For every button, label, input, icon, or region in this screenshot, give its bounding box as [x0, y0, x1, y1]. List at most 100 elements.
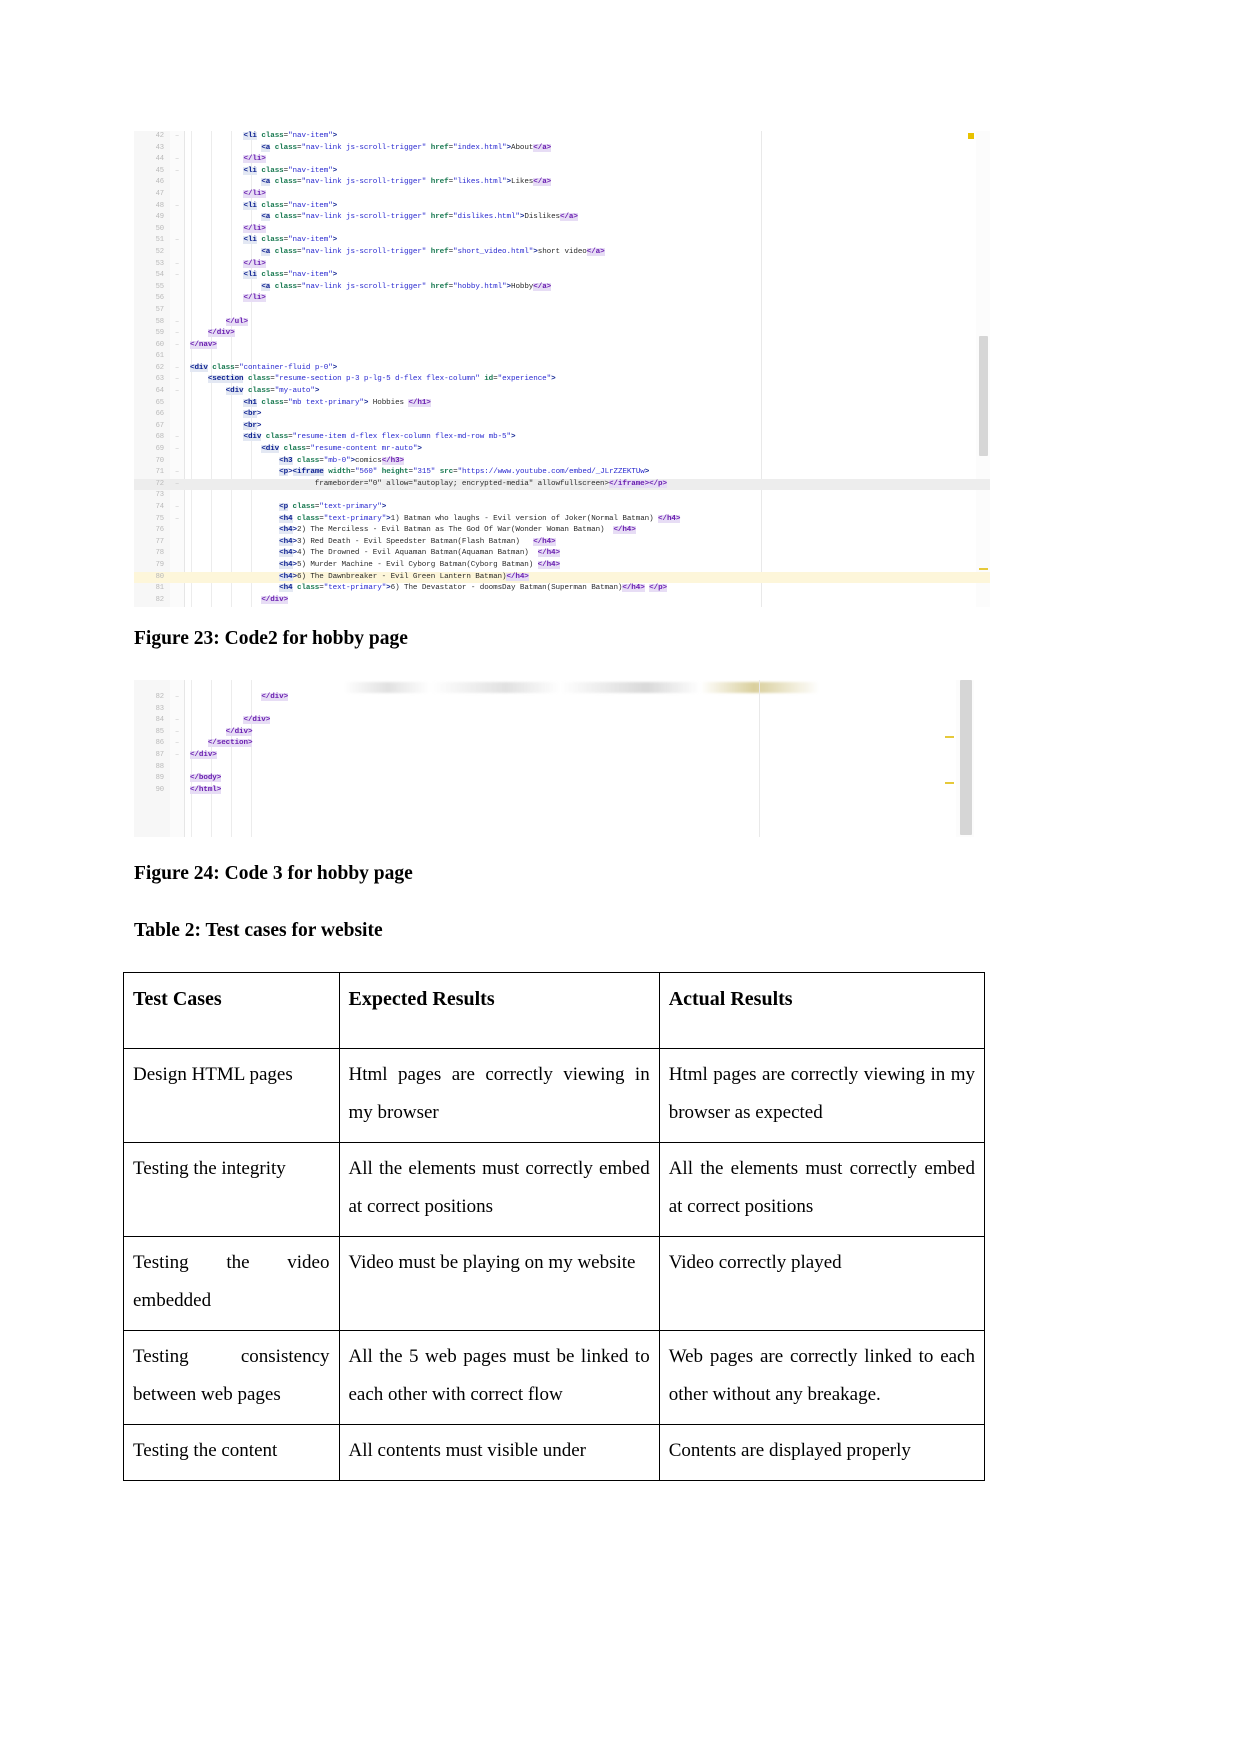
- fold-toggle-icon[interactable]: −: [172, 738, 182, 750]
- line-number: 59: [155, 329, 165, 338]
- code-text: <h4 class="text-primary">6) The Devastat…: [279, 584, 667, 593]
- line-number: 68: [155, 433, 165, 442]
- code-screenshot-figure-23: 42− <li class="nav-item"> 43 <a class="na…: [134, 131, 990, 607]
- fold-toggle-icon[interactable]: −: [172, 201, 182, 213]
- fold-toggle-icon[interactable]: −: [172, 444, 182, 456]
- fold-toggle-icon[interactable]: −: [172, 715, 182, 727]
- fold-toggle-icon[interactable]: −: [172, 270, 182, 282]
- fold-toggle-icon[interactable]: −: [172, 479, 182, 491]
- fold-toggle-icon[interactable]: −: [172, 317, 182, 329]
- line-number: 53: [155, 259, 165, 268]
- fold-toggle-icon[interactable]: −: [172, 750, 182, 762]
- fold-toggle-icon[interactable]: −: [172, 328, 182, 340]
- code-text: <li class="nav-item">: [243, 201, 338, 210]
- fold-toggle-icon[interactable]: −: [172, 502, 182, 514]
- code-line: 69− <div class="resume-content mr-auto">: [134, 444, 990, 456]
- code-line: 43 <a class="nav-link js-scroll-trigger"…: [134, 143, 990, 155]
- code-line: 81 <h4 class="text-primary">6) The Devas…: [134, 583, 990, 595]
- code-text: <li class="nav-item">: [243, 236, 338, 245]
- code-text: <li class="nav-item">: [243, 166, 338, 175]
- code-text: <p class="text-primary">: [279, 503, 387, 511]
- fold-toggle-icon[interactable]: −: [172, 131, 182, 143]
- code-text: </div>: [243, 716, 271, 725]
- code-text: <li class="nav-item">: [243, 132, 338, 140]
- code-line: 66 <br>: [134, 409, 990, 421]
- code-text: <a class="nav-link js-scroll-trigger" hr…: [261, 178, 552, 187]
- code-line: 50 </li>: [134, 224, 990, 236]
- line-number: 82: [155, 595, 165, 604]
- code-line: 82− </div>: [134, 692, 974, 704]
- code-line: 87− </div>: [134, 750, 974, 762]
- fold-toggle-icon[interactable]: −: [172, 727, 182, 739]
- code-line: 75− <h4 class="text-primary">1) Batman w…: [134, 514, 990, 526]
- line-number: 42: [155, 132, 165, 140]
- cell-test-case: Design HTML pages: [123, 1048, 340, 1143]
- code-line: 55 <a class="nav-link js-scroll-trigger"…: [134, 282, 990, 294]
- fold-toggle-icon[interactable]: −: [172, 235, 182, 247]
- code-screenshot-figure-24: 82− </div> 83 84− </div> 85− </div> 86− </se…: [134, 680, 974, 837]
- line-number: 85: [155, 727, 165, 736]
- code-line: 54− <li class="nav-item">: [134, 270, 990, 282]
- code-line: 42− <li class="nav-item">: [134, 131, 990, 143]
- fold-toggle-icon[interactable]: −: [172, 692, 182, 704]
- line-number: 69: [155, 445, 165, 454]
- code-line: 65 <h1 class="mb text-primary"> Hobbies …: [134, 398, 990, 410]
- code-text: </div>: [225, 727, 253, 736]
- code-line: 78 <h4>4) The Drowned - Evil Aquaman Bat…: [134, 548, 990, 560]
- fold-toggle-icon[interactable]: −: [172, 340, 182, 352]
- line-number: 43: [155, 143, 165, 152]
- line-number: 88: [155, 762, 165, 771]
- line-number: 87: [155, 750, 165, 759]
- cell-expected-result: All the 5 web pages must be linked to ea…: [338, 1330, 660, 1425]
- caption-table-2: Table 2: Test cases for website: [134, 920, 383, 941]
- table-row: Testing the integrity All the elements m…: [123, 1142, 986, 1237]
- code-line: 85− </div>: [134, 727, 974, 739]
- code-line: 73: [134, 490, 990, 502]
- line-number: 65: [155, 398, 165, 407]
- line-number: 64: [155, 387, 165, 396]
- code-line: 48− <li class="nav-item">: [134, 201, 990, 213]
- code-text: </div>: [190, 750, 217, 759]
- fold-toggle-icon[interactable]: −: [172, 514, 182, 526]
- fold-toggle-icon[interactable]: −: [172, 259, 182, 271]
- line-number: 79: [155, 560, 165, 569]
- cell-actual-result: All the elements must correctly embed at…: [658, 1142, 986, 1237]
- code-line: 68− <div class="resume-item d-flex flex-…: [134, 432, 990, 444]
- code-text: <br>: [243, 421, 262, 430]
- cell-test-case: Testing the integrity: [123, 1142, 340, 1237]
- fold-toggle-icon[interactable]: −: [172, 432, 182, 444]
- code-line: 90 </html>: [134, 785, 974, 797]
- cell-expected-result: Html pages are correctly viewing in my b…: [338, 1048, 660, 1143]
- fold-toggle-icon[interactable]: −: [172, 154, 182, 166]
- code-text: </li>: [243, 224, 266, 233]
- line-number: 66: [155, 410, 165, 419]
- column-header-test-cases: Test Cases: [123, 972, 340, 1049]
- fold-toggle-icon[interactable]: −: [172, 467, 182, 479]
- line-number: 73: [155, 491, 165, 500]
- code-text: <div class="resume-content mr-auto">: [261, 445, 422, 454]
- line-number: 84: [155, 716, 165, 725]
- fold-toggle-icon[interactable]: −: [172, 166, 182, 178]
- code-text: <h4 class="text-primary">1) Batman who l…: [279, 514, 681, 523]
- fold-toggle-icon[interactable]: −: [172, 374, 182, 386]
- column-header-actual-results: Actual Results: [658, 972, 986, 1049]
- line-number: 76: [155, 526, 165, 535]
- line-number: 78: [155, 549, 165, 558]
- cell-actual-result: Video correctly played: [658, 1236, 986, 1331]
- fold-toggle-icon[interactable]: −: [172, 363, 182, 375]
- code-line: 49 <a class="nav-link js-scroll-trigger"…: [134, 212, 990, 224]
- cell-test-case: Testing consistency between web pages: [123, 1330, 340, 1425]
- line-number: 83: [155, 704, 165, 713]
- line-number: 50: [155, 224, 165, 233]
- code-line: 57: [134, 305, 990, 317]
- fold-toggle-icon[interactable]: −: [172, 386, 182, 398]
- code-line: 60− </nav>: [134, 340, 990, 352]
- line-number: 89: [155, 774, 165, 783]
- cell-actual-result: Web pages are correctly linked to each o…: [658, 1330, 986, 1425]
- line-number: 77: [155, 537, 165, 546]
- code-text: <h3 class="mb-0">comics</h3>: [279, 456, 405, 465]
- code-text: <a class="nav-link js-scroll-trigger" hr…: [261, 247, 605, 256]
- code-line: 74− <p class="text-primary">: [134, 502, 990, 514]
- code-text: <h4>4) The Drowned - Evil Aquaman Batman…: [279, 549, 560, 558]
- cell-test-case: Testing the video embedded: [123, 1236, 340, 1331]
